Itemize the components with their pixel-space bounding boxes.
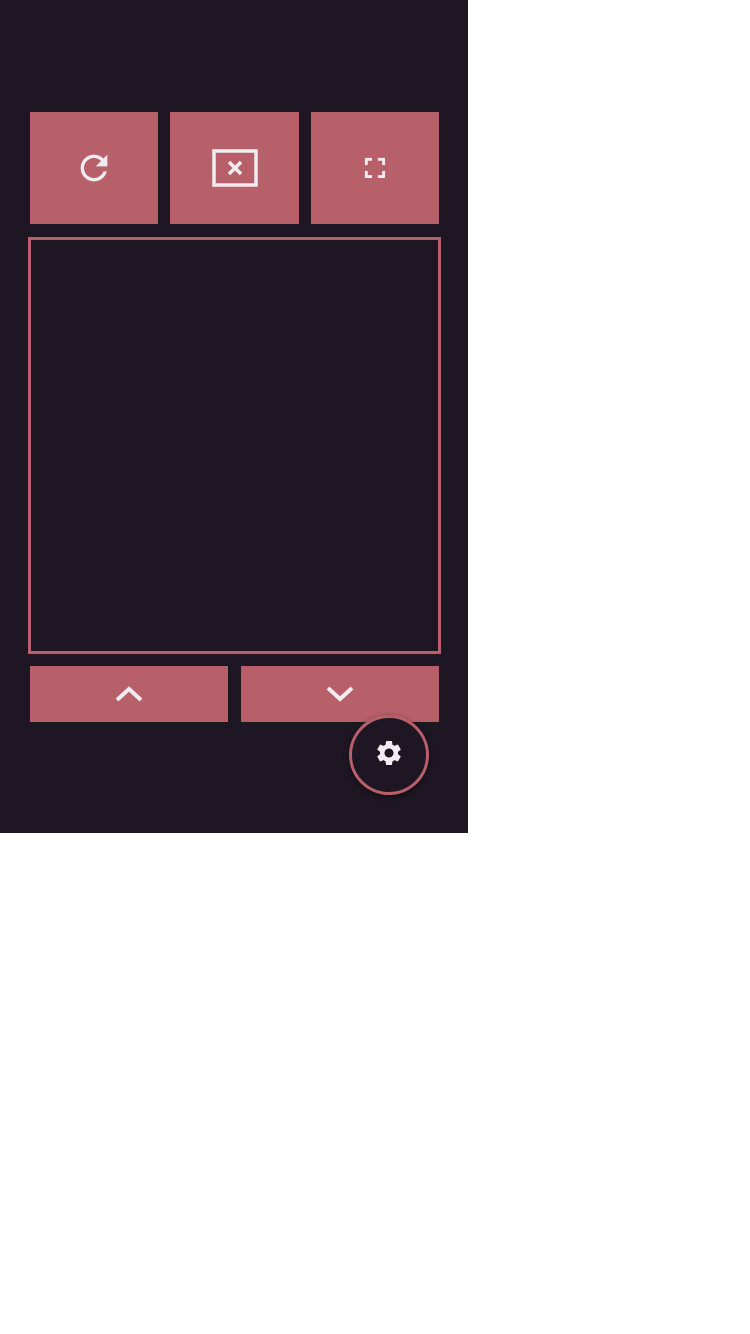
settings-fab[interactable] bbox=[349, 715, 429, 795]
fullscreen-button[interactable] bbox=[311, 112, 439, 224]
clear-button[interactable] bbox=[170, 112, 299, 224]
app-window bbox=[0, 0, 468, 833]
chevron-down-icon bbox=[325, 685, 355, 703]
refresh-button[interactable] bbox=[30, 112, 158, 224]
scroll-down-button[interactable] bbox=[241, 666, 439, 722]
chevron-up-icon bbox=[114, 685, 144, 703]
close-box-icon bbox=[211, 148, 259, 188]
gear-icon bbox=[374, 738, 404, 772]
display-panel bbox=[28, 237, 441, 654]
refresh-icon bbox=[74, 148, 114, 188]
fullscreen-icon bbox=[359, 152, 391, 184]
scroll-up-button[interactable] bbox=[30, 666, 228, 722]
